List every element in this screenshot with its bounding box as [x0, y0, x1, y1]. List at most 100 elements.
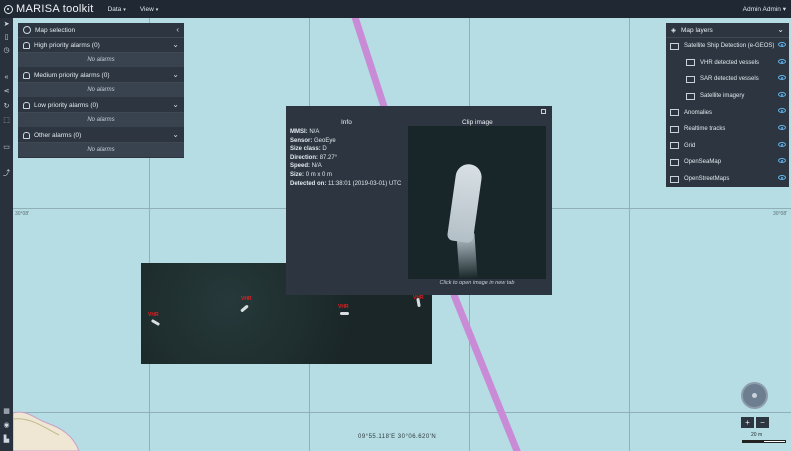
ruler-tool-icon[interactable]: ▭ [2, 144, 11, 152]
clip-image[interactable] [408, 126, 546, 279]
share-tool-icon[interactable]: ⋖ [2, 88, 11, 96]
clip-image-caption[interactable]: Click to open image in new tab [408, 280, 546, 286]
user-name: Admin Admin [742, 6, 781, 13]
image-icon [686, 92, 695, 100]
eye-icon[interactable] [778, 75, 786, 81]
map-layers-header[interactable]: ◈ Map layers ⌄ [666, 23, 789, 38]
cluster-icon [670, 109, 679, 117]
layer-openstreetmaps[interactable]: OpenStreetMaps [666, 171, 789, 188]
layer-label: Satellite Ship Detection (e-GEOS) [684, 43, 775, 50]
chevron-down-icon[interactable]: ⌄ [172, 130, 179, 139]
latitude-label: 30°08' [15, 211, 30, 217]
layer-label: OpenStreetMaps [684, 176, 730, 183]
pointer-tool-icon[interactable]: ➤ [2, 21, 11, 29]
alarm-group-label: Medium priority alarms (0) [34, 71, 110, 79]
no-alarms-text: No alarms [18, 113, 184, 128]
layer-label: Satellite imagery [700, 93, 745, 100]
info-field-size: Size: 0 m x 0 m [290, 171, 333, 178]
chevron-down-icon[interactable]: ⌄ [777, 25, 784, 34]
refresh-tool-icon[interactable]: ↻ [2, 103, 11, 111]
cluster-icon [686, 75, 695, 83]
info-title: Info [341, 119, 352, 126]
grid-line [629, 18, 630, 451]
eye-icon[interactable] [778, 58, 786, 64]
eye-icon[interactable] [778, 141, 786, 147]
compass-control[interactable] [741, 382, 768, 409]
alarm-group-low[interactable]: Low priority alarms (0) ⌄ [18, 98, 184, 113]
close-icon[interactable] [541, 109, 546, 114]
alarm-group-other[interactable]: Other alarms (0) ⌄ [18, 128, 184, 143]
route-tool-icon[interactable]: ⤴ [2, 170, 11, 178]
table-tool-icon[interactable]: ▦ [2, 408, 11, 416]
map-selection-title: Map selection [35, 26, 76, 34]
layer-satellite-imagery[interactable]: Satellite imagery [666, 88, 789, 105]
alarm-group-label: High priority alarms (0) [34, 41, 100, 49]
eye-icon[interactable] [778, 158, 786, 164]
document-tool-icon[interactable]: ▯ [2, 34, 11, 42]
no-alarms-text: No alarms [18, 143, 184, 158]
eye-icon[interactable] [778, 91, 786, 97]
layer-grid[interactable]: Grid [666, 138, 789, 155]
alarms-panel: Map selection ‹ High priority alarms (0)… [18, 23, 184, 158]
user-menu[interactable]: Admin Admin ▾ [743, 5, 786, 13]
logo-icon [4, 4, 13, 14]
map-icon [670, 158, 679, 166]
map-layers-panel: ◈ Map layers ⌄ Satellite Ship Detection … [666, 23, 789, 188]
visibility-tool-icon[interactable]: ◉ [2, 422, 11, 430]
app-logo[interactable]: MARISA toolkit [0, 3, 108, 15]
clip-image-title: Clip image [462, 119, 493, 126]
menu-view-label: View [139, 5, 154, 13]
alarm-group-label: Low priority alarms (0) [34, 101, 99, 109]
grid-icon [670, 142, 679, 150]
no-alarms-text: No alarms [18, 53, 184, 68]
scale-label: 20 m [751, 432, 763, 438]
map-icon [670, 175, 679, 183]
map-selection-header[interactable]: Map selection ‹ [18, 23, 184, 38]
vessel-marker[interactable]: VHR [338, 304, 349, 310]
map-layers-title: Map layers [681, 26, 713, 34]
layer-vhr-detected-vessels[interactable]: VHR detected vessels [666, 55, 789, 72]
info-field-direction: Direction: 87.27° [290, 154, 338, 161]
eye-icon[interactable] [778, 174, 786, 180]
chevron-down-icon[interactable]: ⌄ [172, 70, 179, 79]
eye-icon[interactable] [778, 124, 786, 130]
layer-openseamap[interactable]: OpenSeaMap [666, 154, 789, 171]
menu-data[interactable]: Data ▾ [108, 6, 126, 13]
bell-icon [23, 41, 30, 49]
info-field-mmsi: MMSI: N/A [290, 129, 320, 135]
alarm-group-medium[interactable]: Medium priority alarms (0) ⌄ [18, 68, 184, 83]
bell-icon [23, 71, 30, 79]
chevron-down-icon[interactable]: ⌄ [172, 100, 179, 109]
selection-tool-icon[interactable]: ⬚ [2, 117, 11, 125]
zoom-in-button[interactable]: + [741, 417, 754, 428]
eye-icon[interactable] [778, 42, 786, 47]
bell-icon [23, 131, 30, 139]
layers-stack-icon: ◈ [671, 27, 676, 34]
vessel-marker[interactable]: VHR [148, 312, 159, 318]
menu-view[interactable]: View ▾ [140, 6, 159, 13]
zoom-out-button[interactable]: − [756, 417, 769, 428]
vessel-marker[interactable]: VHR [241, 296, 252, 302]
info-field-sensor: Sensor: GeoEye [290, 137, 336, 144]
coastline [13, 411, 80, 451]
layer-label: Grid [684, 142, 696, 149]
layer-satellite-ship-detection[interactable]: Satellite Ship Detection (e-GEOS) [666, 38, 789, 55]
layer-realtime-tracks[interactable]: Realtime tracks [666, 121, 789, 138]
alarm-group-high[interactable]: High priority alarms (0) ⌄ [18, 38, 184, 53]
layer-sar-detected-vessels[interactable]: SAR detected vessels [666, 71, 789, 88]
vessel-info-popup: Info Clip image MMSI: N/A Sensor: GeoEye… [286, 106, 552, 295]
folder-icon [670, 42, 679, 50]
collapse-tool-icon[interactable]: « [2, 74, 11, 82]
chevron-left-icon[interactable]: ‹ [176, 25, 179, 34]
chart-tool-icon[interactable]: ▙ [2, 436, 11, 444]
layer-anomalies[interactable]: Anomalies [666, 104, 789, 121]
grid-line [13, 412, 791, 413]
layer-label: Anomalies [684, 109, 713, 116]
alarm-group-label: Other alarms (0) [34, 131, 82, 139]
bell-icon [23, 101, 30, 109]
clock-icon [23, 26, 31, 34]
chevron-down-icon[interactable]: ⌄ [172, 40, 179, 49]
history-tool-icon[interactable]: ◷ [2, 47, 11, 55]
no-alarms-text: No alarms [18, 83, 184, 98]
eye-icon[interactable] [778, 108, 786, 114]
